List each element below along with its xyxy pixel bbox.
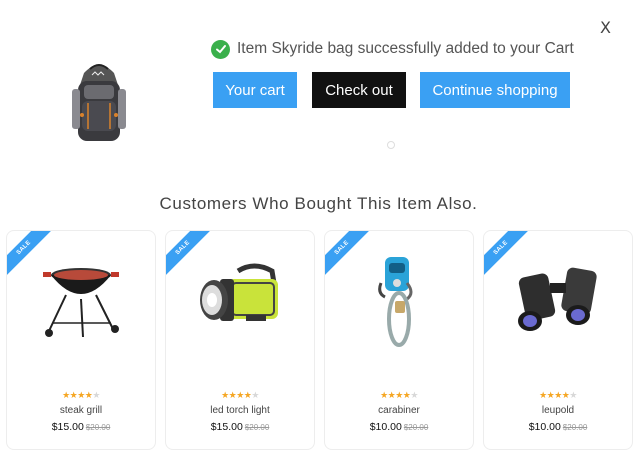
product-card[interactable]: SALE ★★★★★ led torch light $15.00 $20.00 <box>165 230 315 450</box>
old-price: $20.00 <box>244 423 270 432</box>
current-price: $10.00 <box>528 421 561 433</box>
product-name[interactable]: led torch light <box>166 405 314 416</box>
product-price: $10.00 $20.00 <box>484 421 632 433</box>
product-name[interactable]: carabiner <box>325 405 473 416</box>
rating-stars: ★★★★★ <box>539 391 577 401</box>
related-products-title: Customers Who Bought This Item Also. <box>159 194 478 213</box>
your-cart-button[interactable]: Your cart <box>213 72 297 108</box>
product-name[interactable]: leupold <box>484 405 632 416</box>
product-card[interactable]: SALE ★★★★★ steak grill $15.00 $20.00 <box>6 230 156 450</box>
product-card[interactable]: SALE ★★★★★ leupold $10.00 $20.00 <box>483 230 633 450</box>
rating-stars: ★★★★★ <box>62 391 100 401</box>
binoculars-icon <box>518 267 597 331</box>
product-card[interactable]: SALE ★★★★★ carabiner $10.00 $20.00 <box>324 230 474 450</box>
continue-shopping-button[interactable]: Continue shopping <box>420 72 570 108</box>
old-price: $20.00 <box>403 423 429 432</box>
carabiner-icon <box>378 257 413 347</box>
old-price: $20.00 <box>85 423 111 432</box>
success-message: Item Skyride bag successfully added to y… <box>211 38 574 60</box>
grill-icon <box>43 268 119 338</box>
close-button[interactable]: X <box>600 18 611 37</box>
current-price: $10.00 <box>369 421 402 433</box>
loading-spinner-icon <box>387 141 395 149</box>
product-name[interactable]: steak grill <box>7 405 155 416</box>
check-circle-icon <box>211 39 230 59</box>
torch-icon <box>200 263 278 321</box>
product-price: $15.00 $20.00 <box>7 421 155 433</box>
rating-stars: ★★★★★ <box>380 391 418 401</box>
rating-stars: ★★★★★ <box>221 391 259 401</box>
current-price: $15.00 <box>210 421 243 433</box>
current-price: $15.00 <box>51 421 84 433</box>
product-price: $15.00 $20.00 <box>166 421 314 433</box>
old-price: $20.00 <box>562 423 588 432</box>
product-price: $10.00 $20.00 <box>325 421 473 433</box>
backpack-product-image <box>72 64 126 141</box>
check-out-button[interactable]: Check out <box>312 72 406 108</box>
success-text: Item Skyride bag successfully added to y… <box>237 40 574 57</box>
